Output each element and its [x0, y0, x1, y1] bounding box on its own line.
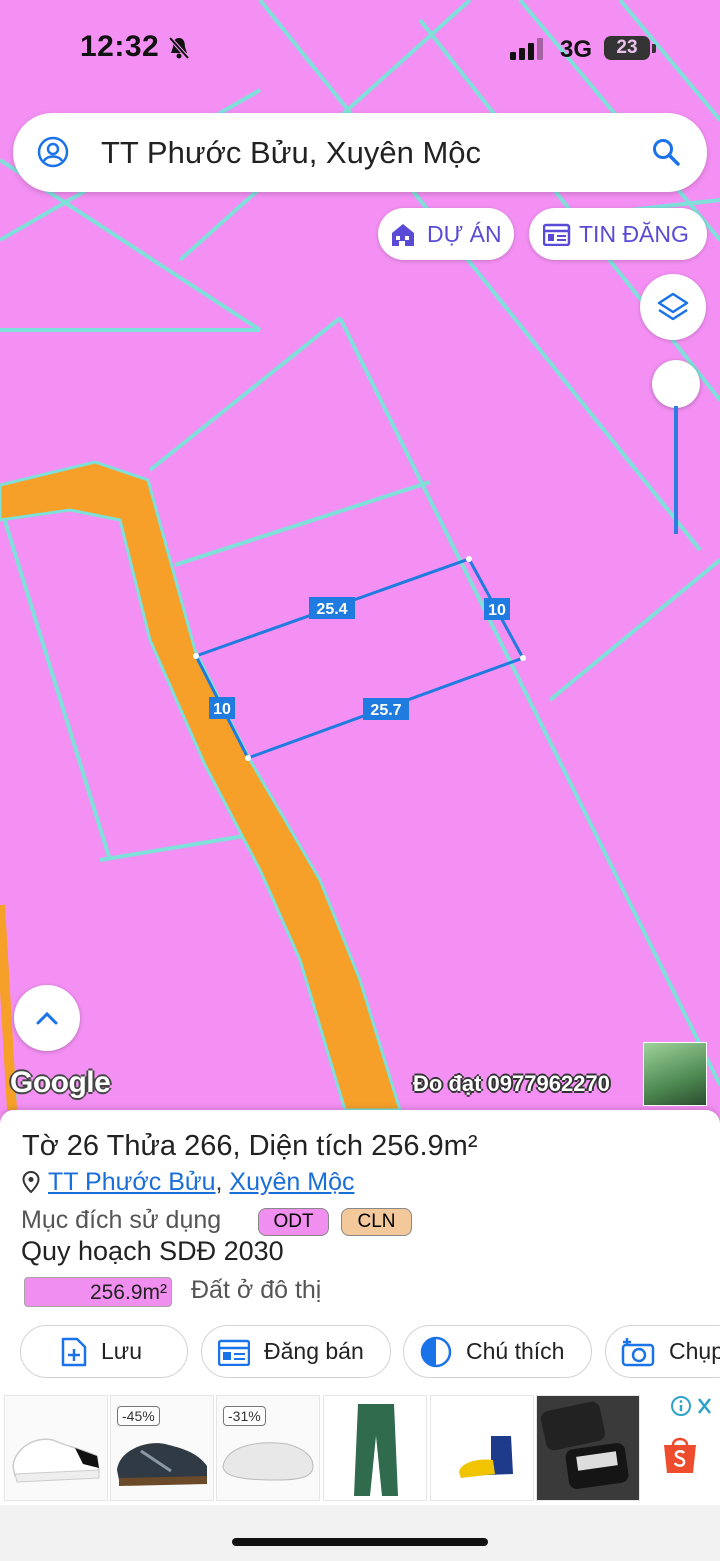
plan-use-label: Đất ở đô thị — [191, 1276, 322, 1304]
title-comma: , — [232, 1130, 241, 1162]
parcel-title: Tờ 26 Thửa 266, Diện tích 256.9m² — [22, 1130, 477, 1163]
parcel-location: TT Phước Bửu, Xuyên Mộc — [22, 1168, 354, 1197]
sheet-label: Tờ — [22, 1130, 59, 1162]
bell-slash-icon — [168, 36, 190, 60]
google-attribution: Google — [10, 1066, 111, 1099]
add-file-icon — [61, 1337, 87, 1366]
chevron-up-icon — [36, 1011, 58, 1025]
discount-badge: -31% — [223, 1406, 266, 1426]
purpose-tag-odt: ODT — [258, 1208, 329, 1236]
location-pin-icon — [22, 1171, 40, 1193]
battery-tip — [652, 44, 656, 53]
battery-indicator: 23 — [604, 36, 650, 60]
measure-left: 10 — [213, 701, 231, 718]
network-type: 3G — [560, 36, 593, 63]
purpose-tag-cln: CLN — [341, 1208, 412, 1236]
signal-icon — [510, 38, 543, 60]
layers-button[interactable] — [640, 274, 706, 340]
measure-right: 10 — [488, 602, 506, 619]
search-icon[interactable] — [651, 137, 681, 167]
post-sale-label: Đăng bán — [264, 1338, 364, 1364]
pants-image — [354, 1404, 398, 1496]
opacity-slider-handle[interactable] — [652, 360, 700, 408]
district-link[interactable]: Xuyên Mộc — [229, 1168, 354, 1196]
ad-item[interactable] — [430, 1395, 534, 1501]
post-sale-button[interactable]: Đăng bán — [201, 1325, 391, 1378]
plan-area-bar: 256.9m² — [24, 1277, 172, 1307]
plot-number: 266 — [184, 1130, 233, 1162]
du-an-label: DỰ ÁN — [427, 220, 502, 247]
shopee-icon[interactable] — [662, 1435, 698, 1475]
watermark-text: Đo đạt 0977962270 — [413, 1071, 610, 1096]
search-query[interactable]: TT Phước Bửu, Xuyên Mộc — [101, 135, 481, 171]
bottom-safe-area — [0, 1505, 720, 1561]
status-time: 12:32 — [80, 30, 160, 63]
watermark-photo — [643, 1042, 707, 1106]
legend-label: Chú thích — [466, 1338, 565, 1364]
area-value: 256.9m² — [371, 1130, 478, 1162]
legend-icon — [420, 1336, 452, 1367]
du-an-button[interactable]: DỰ ÁN — [378, 208, 514, 260]
ad-item[interactable] — [323, 1395, 427, 1501]
discount-badge: -45% — [117, 1406, 160, 1426]
capture-button[interactable]: Chụp — [605, 1325, 720, 1378]
ad-item[interactable] — [536, 1395, 640, 1501]
info-icon[interactable] — [670, 1395, 714, 1419]
status-bar: 12:32 3G 23 — [0, 0, 720, 100]
ward-link[interactable]: TT Phước Bửu — [48, 1168, 216, 1196]
plot-label: Thửa — [106, 1130, 176, 1162]
boots-image — [459, 1436, 513, 1478]
slides-image — [537, 1396, 639, 1500]
user-icon[interactable] — [37, 136, 69, 168]
listing-icon — [543, 223, 571, 246]
ad-item[interactable] — [4, 1395, 108, 1501]
building-icon — [392, 224, 414, 246]
measure-bottom: 25.7 — [370, 702, 401, 719]
search-bar[interactable]: TT Phước Bửu, Xuyên Mộc — [13, 113, 707, 192]
save-label: Lưu — [101, 1338, 142, 1364]
tin-dang-label: TIN ĐĂNG — [579, 220, 689, 247]
ad-item[interactable]: -31% — [216, 1395, 320, 1501]
plan-label: Quy hoạch SDĐ 2030 — [21, 1236, 284, 1266]
area-label: Diện tích — [248, 1130, 364, 1162]
capture-label: Chụp — [669, 1338, 720, 1364]
camera-icon — [621, 1337, 655, 1366]
tin-dang-button[interactable]: TIN ĐĂNG — [529, 208, 707, 260]
ad-item[interactable]: -45% — [110, 1395, 214, 1501]
location-comma: , — [215, 1168, 230, 1196]
listing-icon — [218, 1339, 250, 1366]
ad-banner[interactable]: -45% -31% — [0, 1395, 720, 1505]
opacity-slider-track[interactable] — [674, 406, 678, 534]
expand-sheet-button[interactable] — [14, 985, 80, 1051]
home-indicator[interactable] — [232, 1538, 488, 1546]
measure-top: 25.4 — [316, 601, 347, 618]
sheet-number: 26 — [66, 1130, 100, 1162]
sneaker-image — [12, 1438, 100, 1483]
save-button[interactable]: Lưu — [20, 1325, 188, 1378]
legend-button[interactable]: Chú thích — [403, 1325, 592, 1378]
layers-icon — [657, 292, 689, 321]
purpose-label: Mục đích sử dụng — [21, 1206, 222, 1234]
